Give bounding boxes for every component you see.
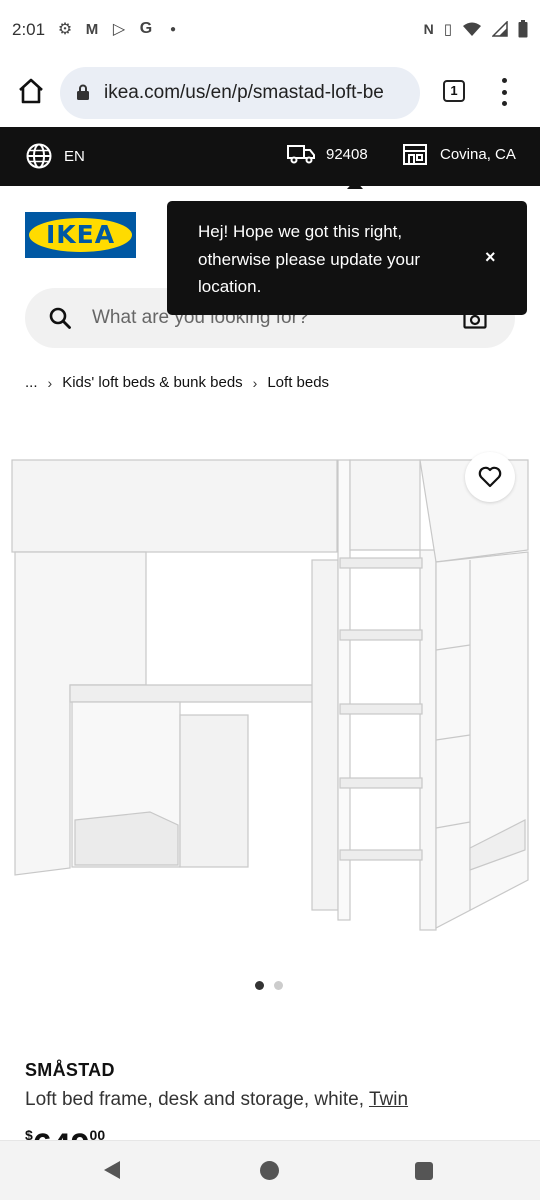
browser-toolbar: ikea.com/us/en/p/smastad-loft-be 1	[0, 62, 540, 126]
product-description: Loft bed frame, desk and storage, white,…	[25, 1089, 408, 1111]
price-currency: $	[25, 1127, 33, 1140]
price-decimal: 00	[89, 1127, 106, 1140]
language-selector[interactable]: EN	[26, 143, 85, 169]
truck-icon	[287, 145, 315, 164]
google-icon: G	[139, 20, 153, 37]
zip-label: 92408	[326, 145, 368, 163]
product-description-text: Loft bed frame, desk and storage, white,	[25, 1089, 365, 1110]
battery-icon	[518, 20, 528, 38]
tooltip-message: Hej! Hope we got this right, otherwise p…	[198, 222, 421, 296]
ikea-top-bar: EN 92408 Covina, CA	[0, 127, 540, 186]
breadcrumb-separator: ›	[47, 374, 53, 391]
signal-icon	[492, 21, 508, 37]
heart-icon	[478, 466, 502, 488]
home-icon[interactable]	[16, 76, 46, 106]
carousel-dot[interactable]	[255, 981, 264, 990]
size-link[interactable]: Twin	[369, 1089, 408, 1110]
wifi-icon	[463, 22, 481, 36]
breadcrumb-kids-loft-beds[interactable]: Kids' loft beds & bunk beds	[62, 374, 242, 391]
status-notification-icons: ⚙ M ▷ G ●	[56, 19, 182, 39]
carousel-dot[interactable]	[274, 981, 283, 990]
breadcrumb-separator: ›	[252, 374, 258, 391]
logo-text: IKEA	[45, 220, 116, 249]
delivery-zip-selector[interactable]: 92408	[287, 143, 368, 165]
product-name: SMÅSTAD	[25, 1060, 115, 1080]
close-icon[interactable]: ×	[485, 247, 496, 268]
store-icon	[403, 144, 427, 165]
settings-icon: ⚙	[57, 21, 73, 38]
address-bar[interactable]: ikea.com/us/en/p/smastad-loft-be	[60, 67, 420, 119]
globe-icon	[26, 143, 52, 169]
dot-icon: ●	[169, 23, 177, 35]
favorite-button[interactable]	[465, 452, 515, 502]
home-circle-icon[interactable]	[260, 1161, 279, 1180]
play-store-icon: ▷	[112, 21, 126, 38]
store-label: Covina, CA	[440, 145, 516, 163]
gmail-icon: M	[85, 20, 99, 38]
url-text[interactable]: ikea.com/us/en/p/smastad-loft-be	[104, 82, 384, 104]
tab-switcher-button[interactable]: 1	[443, 80, 465, 102]
carousel-indicator	[255, 981, 283, 990]
search-icon[interactable]	[49, 307, 71, 329]
back-icon[interactable]	[104, 1161, 120, 1179]
ikea-logo[interactable]: IKEA	[25, 212, 136, 258]
language-label: EN	[64, 147, 85, 165]
breadcrumb: ... › Kids' loft beds & bunk beds › Loft…	[25, 374, 329, 391]
nfc-icon: N	[423, 21, 434, 37]
system-navigation-bar	[0, 1140, 540, 1200]
menu-icon[interactable]	[500, 78, 508, 106]
breadcrumb-ellipsis[interactable]: ...	[25, 374, 38, 391]
lock-icon[interactable]	[76, 84, 90, 100]
status-bar: 2:01 ⚙ M ▷ G ● N ▯	[0, 0, 540, 62]
breadcrumb-loft-beds[interactable]: Loft beds	[267, 374, 329, 391]
vibrate-icon: ▯	[443, 21, 452, 38]
product-image[interactable]	[0, 440, 540, 960]
price-integer: 649	[33, 1127, 90, 1140]
recent-apps-icon[interactable]	[415, 1162, 433, 1180]
tooltip-pointer	[347, 180, 363, 189]
location-tooltip: Hej! Hope we got this right, otherwise p…	[167, 201, 527, 315]
store-selector[interactable]: Covina, CA	[402, 143, 516, 165]
product-price: $64900	[25, 1127, 105, 1140]
status-time: 2:01	[12, 20, 46, 39]
status-system-icons: N ▯	[424, 20, 528, 38]
